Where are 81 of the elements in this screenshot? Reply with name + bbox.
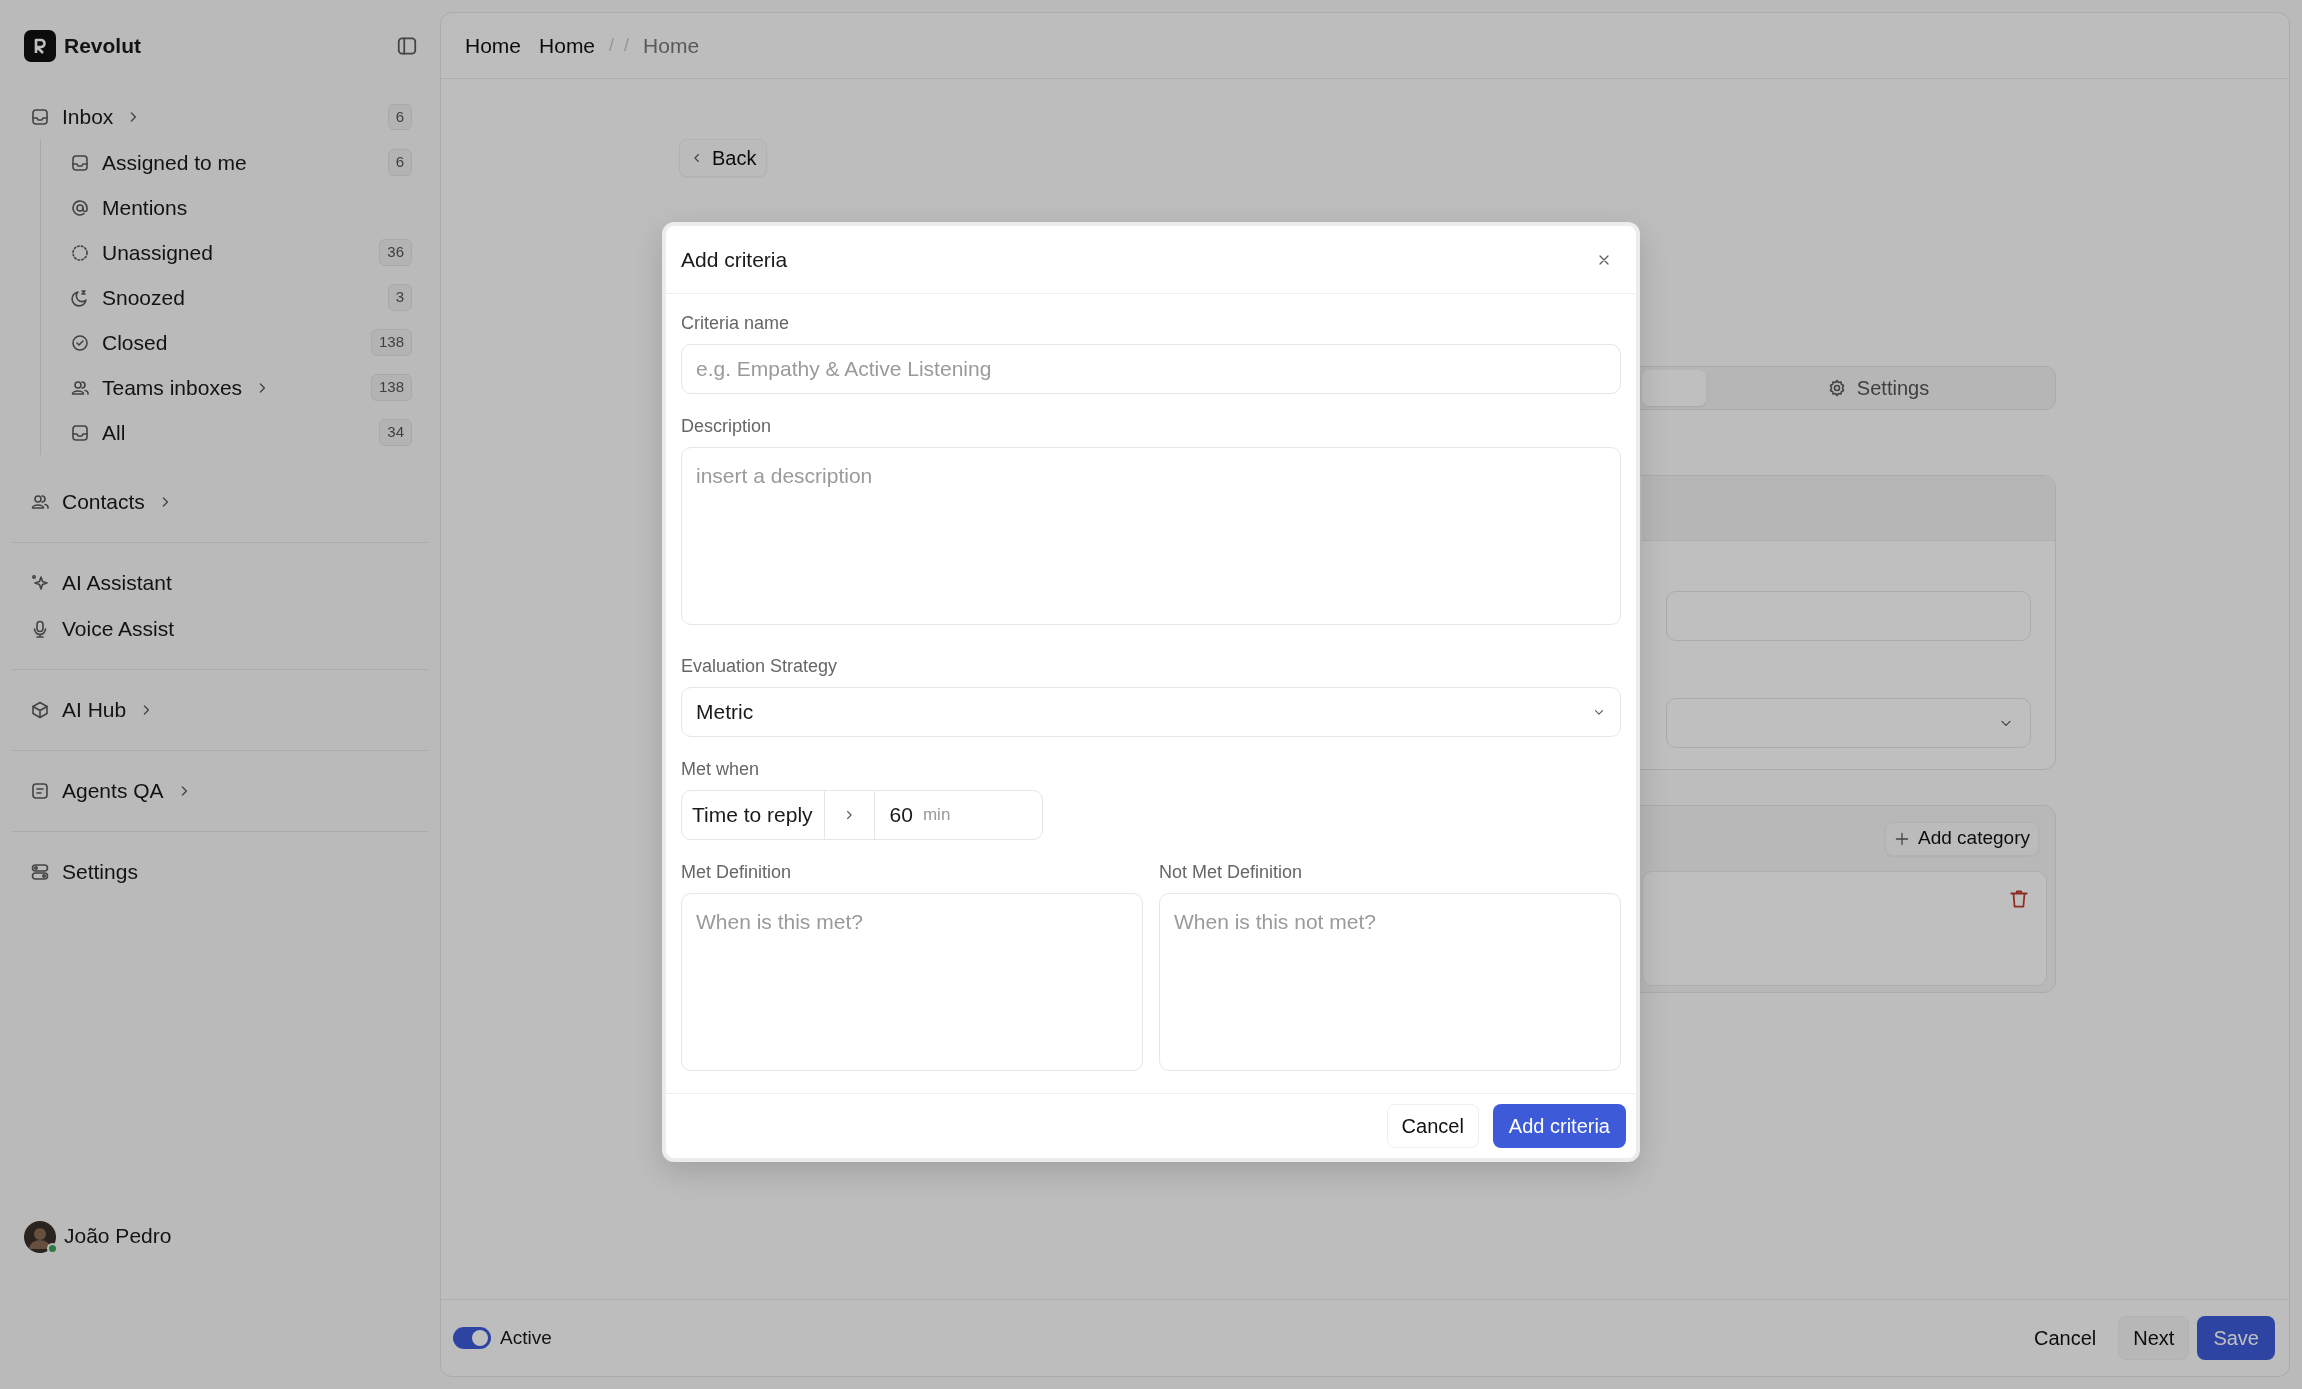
item-label: Voice Assist <box>62 616 175 643</box>
users-icon <box>30 492 50 512</box>
description-field[interactable]: insert a description <box>681 447 1621 625</box>
item-label: AI Assistant <box>62 570 172 597</box>
count-badge: 6 <box>387 103 412 131</box>
back-button[interactable]: Back <box>679 139 768 177</box>
count-badge: 3 <box>387 284 412 311</box>
sidebar-item[interactable]: Voice Assist <box>0 606 440 652</box>
toggle-switch[interactable] <box>453 1327 491 1349</box>
inbox-icon <box>30 107 50 127</box>
cube-icon <box>30 700 50 720</box>
add-category-button[interactable]: Add category <box>1885 821 2039 856</box>
count-badge: 138 <box>370 374 412 401</box>
breadcrumb-separator: / <box>609 34 615 57</box>
dashed-circle-icon <box>70 242 90 263</box>
sidebar-item[interactable]: Inbox 6 <box>0 94 440 140</box>
sidebar-item[interactable]: AI Hub <box>0 687 440 733</box>
item-label: Mentions <box>102 194 188 221</box>
sidebar-toggle-icon <box>396 35 418 57</box>
modal-title: Add criteria <box>681 246 788 273</box>
sidebar-item[interactable]: Unassigned 36 <box>41 230 440 275</box>
user-name: João Pedro <box>64 1223 172 1250</box>
sidebar-item[interactable]: Agents QA <box>0 768 440 814</box>
criteria-name-field[interactable]: e.g. Empathy & Active Listening <box>681 344 1621 394</box>
field-label: Met Definition <box>681 860 793 884</box>
document-icon <box>30 781 50 801</box>
sidebar-item[interactable]: Closed 138 <box>41 320 440 365</box>
breadcrumb-current: Home <box>643 32 700 59</box>
count-badge: 36 <box>379 239 412 266</box>
cancel-button[interactable]: Cancel <box>1386 1104 1479 1148</box>
sidebar-item[interactable]: Contacts <box>0 479 440 525</box>
brand-name: Revolut <box>64 33 141 60</box>
field-label: Description <box>681 415 773 438</box>
breadcrumb-link[interactable]: Home <box>465 29 522 62</box>
item-label: Closed <box>102 329 168 356</box>
sidebar-item[interactable]: Teams inboxes 138 <box>41 365 440 410</box>
item-label: Assigned to me <box>102 149 247 176</box>
logo-icon <box>24 30 56 62</box>
field-label: Not Met Definition <box>1159 860 1304 884</box>
count-badge: 34 <box>379 419 412 446</box>
field-label: Met when <box>681 757 761 781</box>
breadcrumb-separator: / <box>624 34 630 57</box>
sparkle-icon <box>30 573 50 593</box>
inbox-icon <box>70 152 90 173</box>
at-icon <box>70 197 90 218</box>
select-field[interactable] <box>1666 698 2031 748</box>
moon-icon <box>70 287 90 308</box>
sidebar-item[interactable]: AI Assistant <box>0 560 440 606</box>
avatar <box>24 1221 56 1254</box>
cancel-button[interactable]: Cancel <box>2020 1316 2111 1360</box>
check-circle-icon <box>70 332 90 353</box>
sidebar-item[interactable]: Settings <box>0 849 440 895</box>
toggles-icon <box>30 862 50 882</box>
item-label: AI Hub <box>62 697 127 724</box>
field-label: Criteria name <box>681 312 791 335</box>
count-badge: 138 <box>370 329 412 356</box>
sidebar-item[interactable]: All 34 <box>41 410 440 455</box>
count-badge: 6 <box>387 149 412 176</box>
save-button[interactable]: Save <box>2197 1316 2275 1360</box>
field-label: Evaluation Strategy <box>681 654 839 678</box>
sidebar-item[interactable]: Mentions <box>41 185 440 230</box>
item-label: Unassigned <box>102 239 213 266</box>
item-label: Agents QA <box>62 778 164 805</box>
trash-icon[interactable] <box>2008 888 2030 910</box>
item-label: Contacts <box>62 489 145 516</box>
toggle-label: Active <box>500 1325 552 1350</box>
next-button[interactable]: Next <box>2118 1316 2190 1360</box>
met-definition-field[interactable]: When is this met? <box>681 892 1143 1071</box>
sidebar-item[interactable]: Snoozed 3 <box>41 275 440 320</box>
plus-icon <box>1894 830 1911 847</box>
item-label: Teams inboxes <box>102 374 243 401</box>
item-label: Snoozed <box>102 284 185 311</box>
breadcrumb-link[interactable]: Home <box>539 29 596 62</box>
inbox-icon <box>70 422 90 443</box>
sidebar-item[interactable]: Assigned to me 6 <box>41 140 440 185</box>
add-criteria-button[interactable]: Add criteria <box>1492 1104 1626 1148</box>
item-label: Settings <box>62 859 138 886</box>
item-label: All <box>102 419 126 446</box>
not-met-definition-field[interactable]: When is this not met? <box>1159 892 1621 1071</box>
item-label: Inbox <box>62 104 114 131</box>
strategy-select[interactable]: Metric <box>681 686 1621 737</box>
